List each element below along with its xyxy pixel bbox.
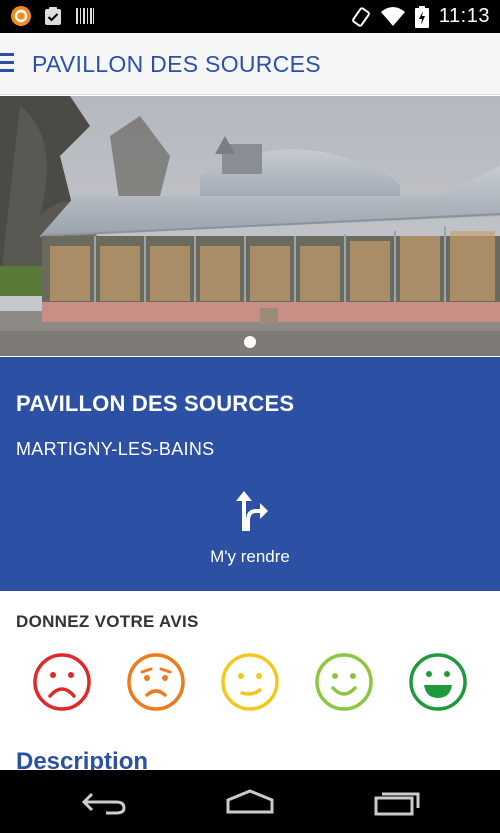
very-happy-face-icon[interactable] [408,652,468,712]
app-bar-title: PAVILLON DES SOURCES [32,51,321,77]
happy-face-icon[interactable] [314,652,374,712]
hero-image-carousel[interactable] [0,96,500,356]
hamburger-menu-icon[interactable] [0,53,14,73]
recent-apps-icon[interactable] [372,788,422,816]
place-city: MARTIGNY-LES-BAINS [16,439,215,459]
description-heading: Description [16,748,149,772]
carousel-page-indicator[interactable] [244,336,256,348]
rating-options [32,652,472,712]
very-unhappy-face-icon[interactable] [32,652,92,712]
place-title: PAVILLON DES SOURCES [16,391,295,416]
clipboard-check-icon [45,7,61,25]
status-bar: 11:13 [0,0,500,33]
unhappy-face-icon[interactable] [126,652,186,712]
directions-button[interactable]: M'y rendre [190,491,310,581]
directions-icon [236,491,268,531]
app-bar: PAVILLON DES SOURCES [0,33,500,95]
navigation-bar [0,770,500,833]
rating-title: DONNEZ VOTRE AVIS [16,612,199,631]
pavilion-photo [0,96,500,356]
battery-charging-icon [414,5,429,28]
back-icon[interactable] [78,788,128,816]
status-bar-system: 11:13 [351,5,490,28]
status-bar-notifications [10,5,96,27]
home-icon[interactable] [225,788,275,816]
barcode-icon [76,8,94,24]
app-notification-icon [11,6,31,26]
status-bar-time: 11:13 [438,5,490,27]
neutral-face-icon[interactable] [220,652,280,712]
place-info-panel: PAVILLON DES SOURCES MARTIGNY-LES-BAINS … [0,357,500,591]
wifi-icon [380,6,405,26]
rotate-icon [352,6,370,27]
directions-label: M'y rendre [210,547,290,566]
